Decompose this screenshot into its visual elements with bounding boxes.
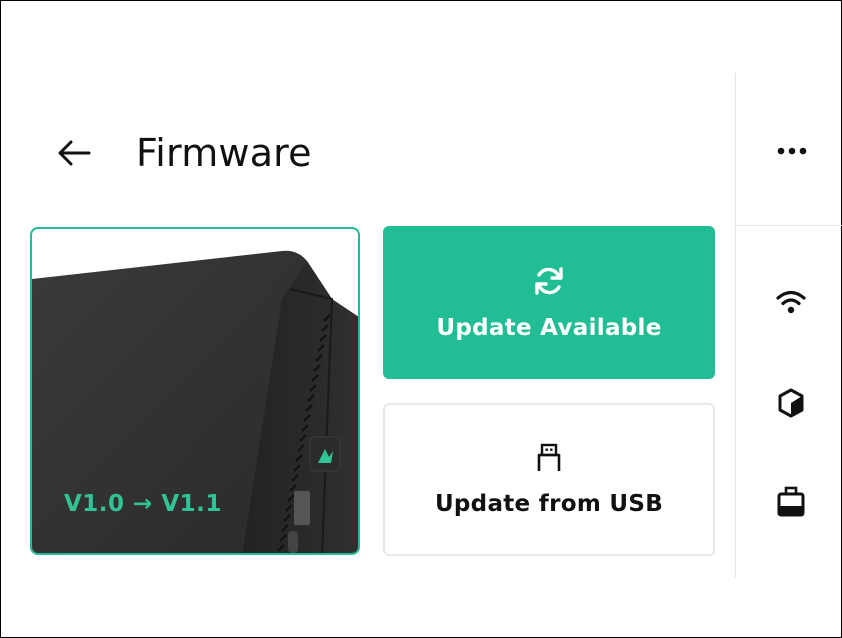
- more-icon: [777, 147, 807, 155]
- refresh-icon: [535, 266, 563, 295]
- update-from-usb-label: Update from USB: [434, 490, 664, 517]
- update-from-usb-button[interactable]: Update from USB: [383, 403, 715, 556]
- update-available-label: Update Available: [436, 314, 662, 341]
- usb-icon: [537, 443, 561, 471]
- update-available-button[interactable]: Update Available: [383, 226, 715, 379]
- device-image-card: V1.0 → V1.1: [30, 227, 360, 555]
- back-button[interactable]: [56, 135, 92, 171]
- wifi-icon: [776, 290, 806, 314]
- sidebar-top-divider: [736, 225, 842, 226]
- page-header: Firmware: [56, 128, 312, 178]
- printer-button[interactable]: [770, 481, 812, 523]
- filament-button[interactable]: [770, 382, 812, 424]
- cube-icon: [778, 388, 804, 418]
- sidebar-divider: [735, 73, 736, 578]
- version-label: V1.0 → V1.1: [64, 491, 222, 517]
- more-options-button[interactable]: [768, 134, 816, 168]
- arrow-left-icon: [58, 140, 91, 166]
- printer-icon: [777, 486, 805, 517]
- wifi-button[interactable]: [770, 281, 812, 323]
- page-title: Firmware: [136, 131, 312, 175]
